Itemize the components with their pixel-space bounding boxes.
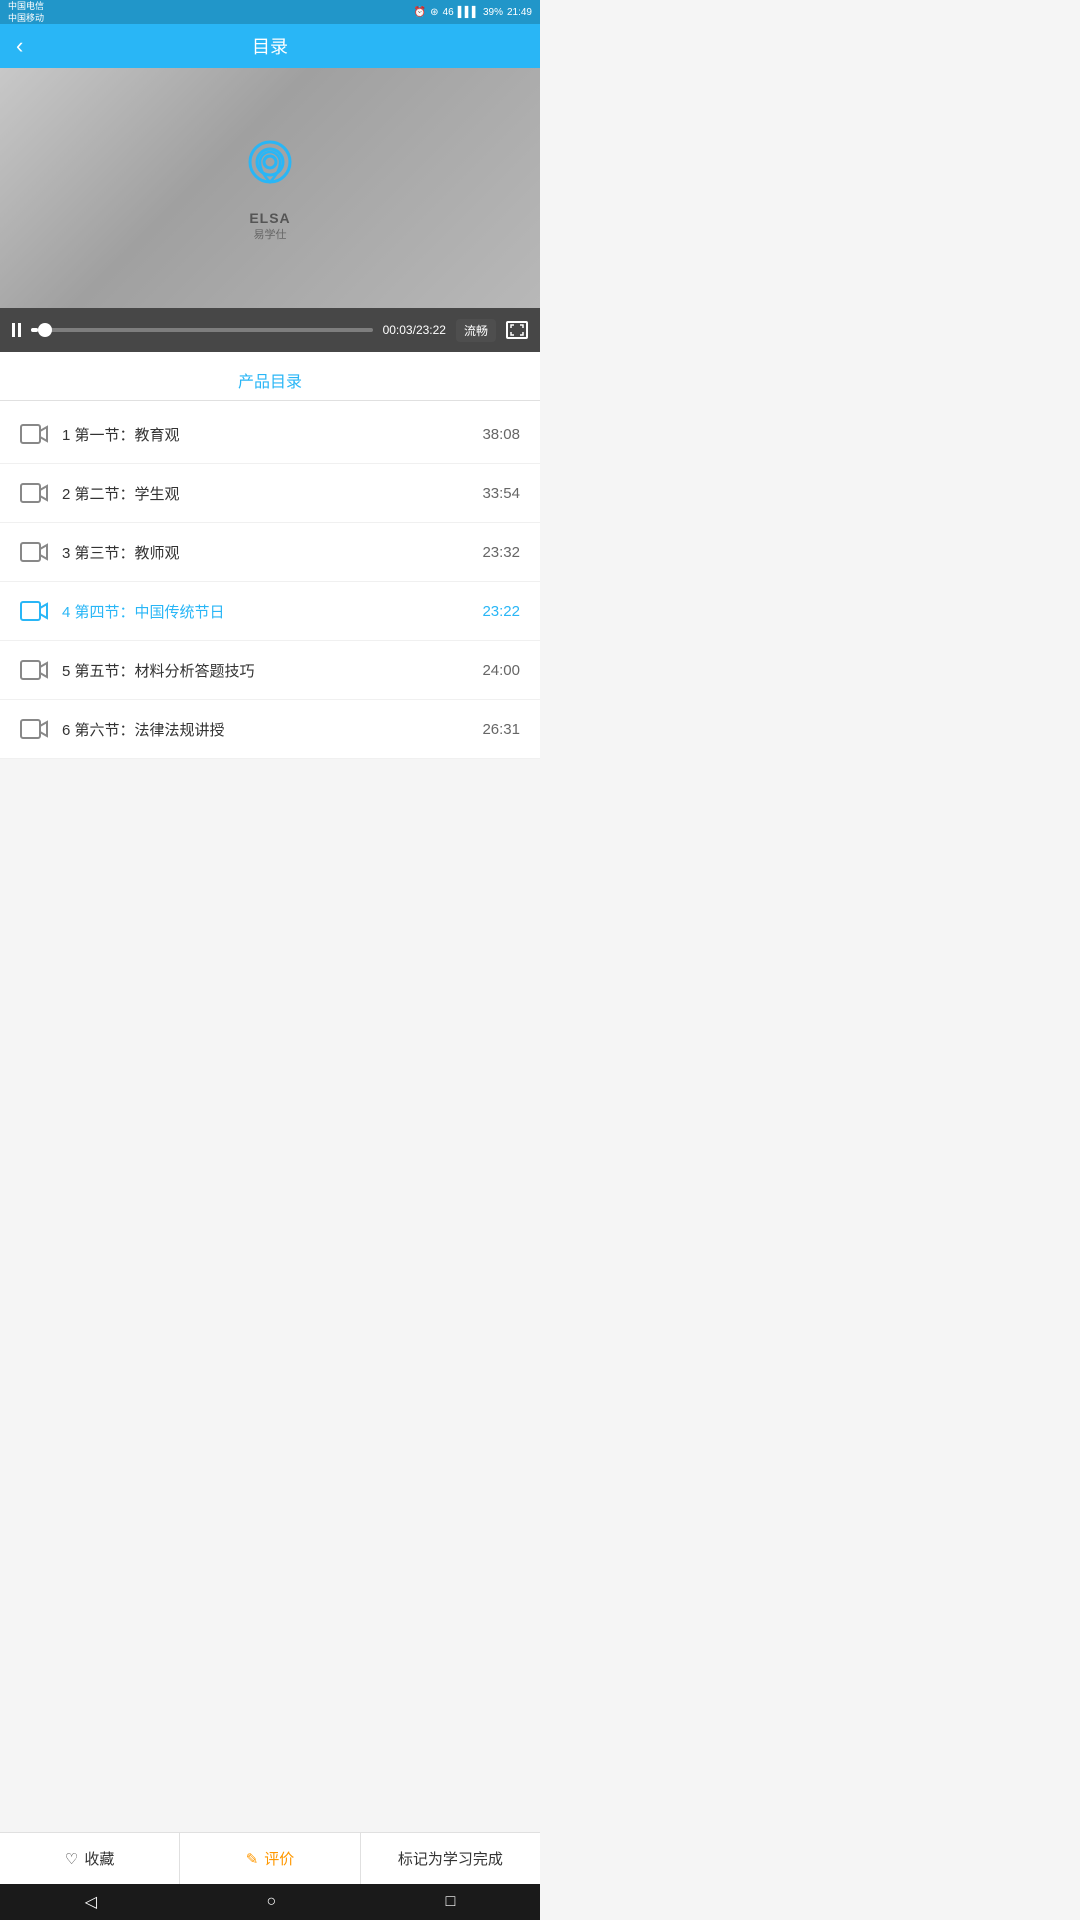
network-label: 46 xyxy=(443,7,454,18)
course-item[interactable]: 3 第三节：教师观 23:32 xyxy=(0,523,540,582)
recents-nav-button[interactable]: □ xyxy=(446,1893,456,1911)
course-item[interactable]: 2 第二节：学生观 33:54 xyxy=(0,464,540,523)
collect-label: 收藏 xyxy=(84,1848,114,1869)
time-label: 21:49 xyxy=(507,7,532,18)
complete-label: 标记为学习完成 xyxy=(398,1848,503,1869)
fullscreen-icon xyxy=(510,324,524,336)
fullscreen-button[interactable] xyxy=(506,321,528,339)
video-icon xyxy=(20,541,48,563)
course-title: 4 第四节：中国传统节日 xyxy=(62,601,482,622)
video-icon xyxy=(20,600,48,622)
course-list: 1 第一节：教育观 38:08 2 第二节：学生观 33:54 3 第三节：教师… xyxy=(0,405,540,759)
clock-icon: ⏰ xyxy=(414,7,426,18)
course-duration: 38:08 xyxy=(482,426,520,443)
battery-label: 39% xyxy=(483,7,503,18)
progress-thumb[interactable] xyxy=(38,323,52,337)
video-icon xyxy=(20,659,48,681)
course-title: 3 第三节：教师观 xyxy=(62,542,482,563)
progress-fill xyxy=(31,328,38,332)
logo-sub: 易学仕 xyxy=(254,226,287,242)
status-bar: 中国电信 中国移动 ⏰ ⊛ 46 ▌▌▌ 39% 21:49 xyxy=(0,0,540,24)
signal-icon: ▌▌▌ xyxy=(458,7,479,18)
course-item[interactable]: 5 第五节：材料分析答题技巧 24:00 xyxy=(0,641,540,700)
elsa-logo-icon xyxy=(238,134,302,206)
course-duration: 23:32 xyxy=(482,544,520,561)
course-title: 2 第二节：学生观 xyxy=(62,483,482,504)
logo-text: ELSA xyxy=(249,210,290,226)
pause-bar-right xyxy=(18,323,21,337)
header: ‹ 目录 xyxy=(0,24,540,68)
back-nav-button[interactable]: ◁ xyxy=(85,1892,97,1912)
collect-tab[interactable]: ♡ 收藏 xyxy=(0,1833,180,1884)
course-title: 1 第一节：教育观 xyxy=(62,424,482,445)
android-nav-bar: ◁ ○ □ xyxy=(0,1884,540,1920)
carrier-info: 中国电信 中国移动 xyxy=(8,0,44,24)
video-icon xyxy=(20,482,48,504)
home-nav-button[interactable]: ○ xyxy=(266,1893,276,1911)
course-duration: 26:31 xyxy=(482,721,520,738)
review-label: 评价 xyxy=(264,1848,294,1869)
bottom-spacer xyxy=(0,759,540,849)
video-icon xyxy=(20,423,48,445)
course-item[interactable]: 4 第四节：中国传统节日 23:22 xyxy=(0,582,540,641)
page-title: 目录 xyxy=(252,33,288,59)
review-tab[interactable]: ✎ 评价 xyxy=(180,1833,360,1884)
video-player: ELSA 易学仕 xyxy=(0,68,540,308)
course-duration: 24:00 xyxy=(482,662,520,679)
status-right: ⏰ ⊛ 46 ▌▌▌ 39% 21:49 xyxy=(414,7,532,18)
time-display: 00:03/23:22 xyxy=(383,323,446,337)
wifi-icon: ⊛ xyxy=(430,7,438,18)
back-button[interactable]: ‹ xyxy=(16,35,23,57)
edit-icon: ✎ xyxy=(246,1850,259,1868)
progress-bar[interactable] xyxy=(31,328,373,332)
pause-bar-left xyxy=(12,323,15,337)
course-item[interactable]: 6 第六节：法律法规讲授 26:31 xyxy=(0,700,540,759)
course-duration: 33:54 xyxy=(482,485,520,502)
complete-tab[interactable]: 标记为学习完成 xyxy=(361,1833,540,1884)
section-title: 产品目录 xyxy=(0,352,540,400)
course-title: 5 第五节：材料分析答题技巧 xyxy=(62,660,482,681)
video-icon xyxy=(20,718,48,740)
section-divider xyxy=(0,400,540,401)
course-duration: 23:22 xyxy=(482,603,520,620)
course-title: 6 第六节：法律法规讲授 xyxy=(62,719,482,740)
player-controls: 00:03/23:22 流畅 xyxy=(0,308,540,352)
course-item[interactable]: 1 第一节：教育观 38:08 xyxy=(0,405,540,464)
heart-icon: ♡ xyxy=(65,1850,78,1868)
quality-button[interactable]: 流畅 xyxy=(456,319,496,342)
content-area: 产品目录 1 第一节：教育观 38:08 2 第二节：学生观 33:54 3 第… xyxy=(0,352,540,759)
bottom-tab-bar: ♡ 收藏 ✎ 评价 标记为学习完成 xyxy=(0,1832,540,1884)
video-logo: ELSA 易学仕 xyxy=(238,134,302,242)
pause-button[interactable] xyxy=(12,323,21,337)
